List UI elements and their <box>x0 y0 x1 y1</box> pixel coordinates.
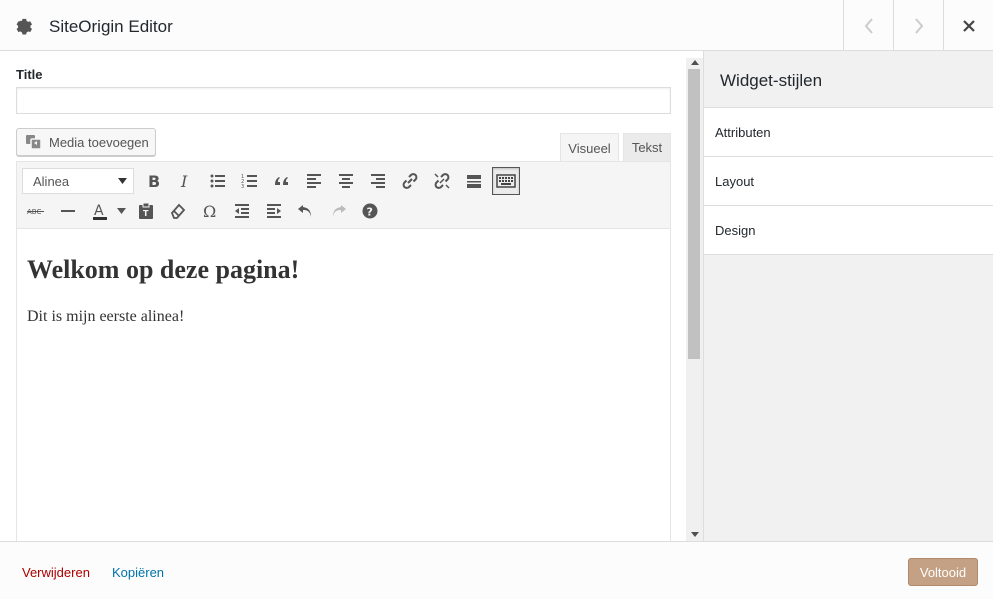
italic-icon: I <box>180 172 188 191</box>
svg-text:A: A <box>94 203 104 219</box>
chevron-left-icon <box>864 17 873 34</box>
previous-button[interactable] <box>843 0 893 51</box>
svg-text:B: B <box>148 172 160 191</box>
chevron-down-icon <box>116 208 126 214</box>
blockquote-icon <box>275 177 288 185</box>
indent-button[interactable] <box>260 197 288 225</box>
align-center-icon <box>339 174 353 188</box>
next-button[interactable] <box>893 0 943 51</box>
format-select-value: Alinea <box>33 173 70 189</box>
horizontal-line-button[interactable] <box>54 197 82 225</box>
app-title: SiteOrigin Editor <box>49 17 173 36</box>
toolbar-row-2: ABC A T Ω <box>22 197 388 225</box>
triangle-down-icon <box>690 532 699 537</box>
toolbar-row-1: Alinea B I 123 <box>22 167 524 195</box>
bold-icon: B <box>148 172 160 191</box>
clear-formatting-icon <box>170 203 186 219</box>
sidebar-item-attributes[interactable]: Attributen <box>704 108 993 157</box>
close-button[interactable] <box>943 0 993 51</box>
paste-text-icon: T <box>139 202 153 219</box>
numbered-list-button[interactable]: 123 <box>236 167 264 195</box>
add-media-label: Media toevoegen <box>49 134 149 150</box>
sidebar-title: Widget-stijlen <box>704 51 993 108</box>
help-icon: ? <box>362 203 378 219</box>
align-left-button[interactable] <box>300 167 328 195</box>
text-color-dropdown[interactable] <box>114 197 128 225</box>
svg-text:3: 3 <box>241 184 244 190</box>
svg-text:Ω: Ω <box>203 202 216 221</box>
widget-styles-sidebar: Widget-stijlen Attributen Layout Design <box>703 51 993 541</box>
copy-link[interactable]: Kopiëren <box>112 565 164 580</box>
main-scrollbar[interactable] <box>686 58 703 541</box>
chevron-down-icon <box>118 178 127 184</box>
strikethrough-button[interactable]: ABC <box>22 197 50 225</box>
link-button[interactable] <box>396 167 424 195</box>
scroll-up-arrow[interactable] <box>690 58 699 67</box>
close-icon <box>962 19 975 32</box>
sidebar-item-layout[interactable]: Layout <box>704 157 993 206</box>
unlink-icon <box>434 173 450 189</box>
svg-text:T: T <box>143 209 149 218</box>
bullet-list-button[interactable] <box>204 167 232 195</box>
undo-icon <box>298 205 311 217</box>
redo-icon <box>333 205 346 217</box>
chevron-right-icon <box>914 17 923 34</box>
title-label: Title <box>16 67 43 82</box>
bullet-list-icon <box>210 174 225 188</box>
outdent-icon <box>235 204 249 218</box>
content-paragraph: Dit is mijn eerste alinea! <box>27 307 185 325</box>
numbered-list-icon: 123 <box>241 174 257 190</box>
paste-text-button[interactable]: T <box>132 197 160 225</box>
clear-formatting-button[interactable] <box>164 197 192 225</box>
align-center-button[interactable] <box>332 167 360 195</box>
tab-visual[interactable]: Visueel <box>560 133 619 163</box>
title-bar: SiteOrigin Editor <box>0 0 993 51</box>
editor-toolbar: Alinea B I 123 A T Ω ? <box>17 162 670 229</box>
tab-text[interactable]: Tekst <box>623 133 671 162</box>
title-input[interactable] <box>16 87 671 114</box>
align-right-button[interactable] <box>364 167 392 195</box>
gear-icon <box>16 18 33 35</box>
text-color-icon: A <box>93 203 107 220</box>
editor: Alinea B I 123 A T Ω ? Welkom op deze pa… <box>16 161 671 541</box>
read-more-icon <box>467 175 481 188</box>
special-character-icon: Ω <box>203 202 216 221</box>
horizontal-line-icon <box>61 210 75 212</box>
special-character-button[interactable]: Ω <box>196 197 224 225</box>
media-icon <box>26 135 42 150</box>
toolbar-toggle-icon <box>496 174 516 188</box>
toolbar-toggle-button[interactable] <box>492 167 520 195</box>
redo-button[interactable] <box>324 197 352 225</box>
text-color-button[interactable]: A <box>86 197 114 225</box>
add-media-button[interactable]: Media toevoegen <box>16 128 156 156</box>
scroll-thumb[interactable] <box>688 69 700 359</box>
svg-text:?: ? <box>367 206 373 219</box>
unlink-button[interactable] <box>428 167 456 195</box>
read-more-button[interactable] <box>460 167 488 195</box>
italic-button[interactable]: I <box>172 167 200 195</box>
content-heading: Welkom op deze pagina! <box>27 255 300 284</box>
done-button[interactable]: Voltooid <box>908 558 978 586</box>
link-icon <box>402 173 418 189</box>
main-panel: Title Media toevoegen Visueel Tekst Alin… <box>0 51 703 541</box>
help-button[interactable]: ? <box>356 197 384 225</box>
footer-bar: Verwijderen Kopiëren Voltooid <box>0 541 993 599</box>
sidebar-item-design[interactable]: Design <box>704 206 993 255</box>
indent-icon <box>267 204 281 218</box>
delete-link[interactable]: Verwijderen <box>22 565 90 580</box>
bold-button[interactable]: B <box>140 167 168 195</box>
strikethrough-icon: ABC <box>27 208 44 216</box>
undo-button[interactable] <box>292 197 320 225</box>
editor-content[interactable]: Welkom op deze pagina! Dit is mijn eerst… <box>17 229 670 541</box>
align-left-icon <box>307 174 321 188</box>
svg-text:I: I <box>180 172 188 191</box>
outdent-button[interactable] <box>228 197 256 225</box>
format-select[interactable]: Alinea <box>22 168 134 194</box>
triangle-up-icon <box>690 60 699 65</box>
blockquote-button[interactable] <box>268 167 296 195</box>
align-right-icon <box>371 174 385 188</box>
scroll-down-arrow[interactable] <box>690 530 699 539</box>
